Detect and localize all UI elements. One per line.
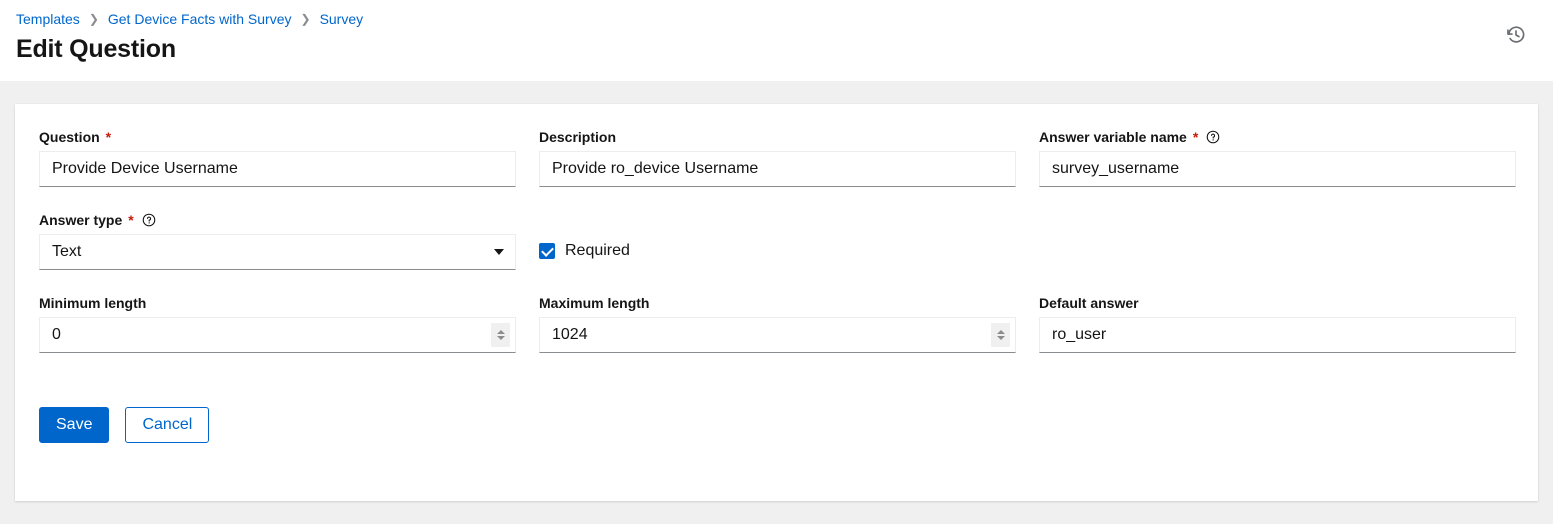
form-grid: Question * Description Answer variable n… bbox=[39, 128, 1516, 377]
field-description: Description bbox=[539, 128, 1016, 187]
page-title: Edit Question bbox=[16, 35, 176, 63]
field-description-label-text: Description bbox=[539, 128, 617, 145]
field-row2-spacer bbox=[1039, 211, 1516, 270]
history-icon[interactable] bbox=[1501, 20, 1531, 50]
field-question-label: Question * bbox=[39, 128, 516, 145]
form-actions: Save Cancel bbox=[39, 407, 1514, 443]
field-answer-variable-name: Answer variable name * bbox=[1039, 128, 1516, 187]
field-answer-type: Answer type * Text bbox=[39, 211, 516, 270]
field-minimum-length-label: Minimum length bbox=[39, 294, 516, 311]
minimum-length-input[interactable] bbox=[39, 317, 516, 353]
breadcrumb-item-template[interactable]: Get Device Facts with Survey bbox=[108, 11, 292, 27]
field-maximum-length-label-text: Maximum length bbox=[539, 294, 650, 311]
field-default-answer-label-text: Default answer bbox=[1039, 294, 1139, 311]
required-checkbox-row[interactable]: Required bbox=[539, 233, 1016, 269]
answer-type-select[interactable]: Text bbox=[39, 234, 516, 270]
breadcrumb-separator-icon: ❯ bbox=[300, 12, 311, 26]
required-indicator: * bbox=[128, 211, 134, 228]
maximum-length-number-input bbox=[539, 317, 1016, 353]
field-answer-variable-name-label-text: Answer variable name bbox=[1039, 128, 1187, 145]
field-maximum-length-label: Maximum length bbox=[539, 294, 1016, 311]
field-default-answer-label: Default answer bbox=[1039, 294, 1516, 311]
breadcrumb-item-templates[interactable]: Templates bbox=[16, 11, 80, 27]
answer-type-select-value[interactable]: Text bbox=[39, 234, 516, 270]
field-maximum-length: Maximum length bbox=[539, 294, 1016, 353]
chevron-down-icon[interactable] bbox=[996, 336, 1005, 340]
required-indicator: * bbox=[105, 128, 112, 145]
question-circle-icon[interactable] bbox=[142, 213, 156, 227]
field-default-answer: Default answer bbox=[1039, 294, 1516, 353]
minimum-length-stepper[interactable] bbox=[491, 323, 510, 347]
default-answer-input[interactable] bbox=[1039, 317, 1516, 353]
maximum-length-input[interactable] bbox=[539, 317, 1016, 353]
required-checkbox[interactable] bbox=[539, 243, 555, 259]
cancel-button[interactable]: Cancel bbox=[125, 407, 210, 443]
field-answer-type-label: Answer type * bbox=[39, 211, 516, 228]
field-answer-variable-name-label: Answer variable name * bbox=[1039, 128, 1516, 145]
breadcrumb: Templates ❯ Get Device Facts with Survey… bbox=[16, 8, 1537, 30]
question-circle-icon[interactable] bbox=[1206, 130, 1220, 144]
description-input[interactable] bbox=[539, 151, 1016, 187]
field-question: Question * bbox=[39, 128, 516, 187]
breadcrumb-separator-icon: ❯ bbox=[88, 12, 99, 26]
answer-variable-name-input[interactable] bbox=[1039, 151, 1516, 187]
minimum-length-number-input bbox=[39, 317, 516, 353]
maximum-length-stepper[interactable] bbox=[991, 323, 1010, 347]
required-checkbox-label[interactable]: Required bbox=[565, 242, 630, 260]
field-answer-type-label-text: Answer type bbox=[39, 211, 123, 228]
breadcrumb-item-survey[interactable]: Survey bbox=[320, 11, 364, 27]
required-indicator: * bbox=[1192, 128, 1199, 145]
field-description-label: Description bbox=[539, 128, 1016, 145]
question-input[interactable] bbox=[39, 151, 516, 187]
chevron-up-icon[interactable] bbox=[996, 330, 1005, 334]
save-button[interactable]: Save bbox=[39, 407, 110, 443]
field-minimum-length: Minimum length bbox=[39, 294, 516, 353]
chevron-up-icon[interactable] bbox=[496, 330, 505, 334]
page-header: Templates ❯ Get Device Facts with Survey… bbox=[0, 0, 1553, 81]
field-minimum-length-label-text: Minimum length bbox=[39, 294, 147, 311]
field-required-checkbox: Required bbox=[539, 211, 1016, 270]
chevron-down-icon[interactable] bbox=[496, 336, 505, 340]
edit-question-card: Question * Description Answer variable n… bbox=[15, 104, 1538, 501]
edit-question-form: Question * Description Answer variable n… bbox=[15, 104, 1538, 467]
field-question-label-text: Question bbox=[39, 128, 100, 145]
